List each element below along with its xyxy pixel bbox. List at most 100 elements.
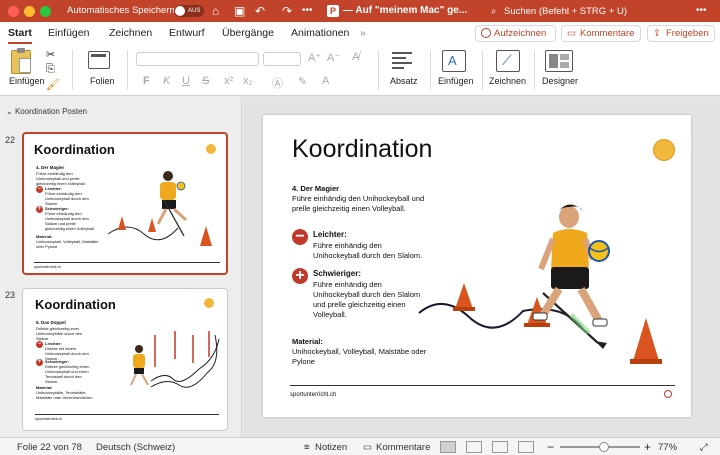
slide-intro-line: Führe einhändig den Unihockeyball und [292, 194, 425, 203]
share-icon: ⇪ [653, 28, 661, 39]
current-slide[interactable]: Koordination 4. Der Magier Führe einhänd… [263, 115, 691, 417]
close-window-button[interactable] [8, 6, 19, 17]
minimize-window-button[interactable] [24, 6, 35, 17]
textbox-icon[interactable]: A [442, 50, 466, 72]
minus-circle-icon: − [36, 341, 43, 348]
easier-line: Führe einhändig den [313, 241, 382, 250]
home-icon[interactable]: ⌂ [212, 4, 219, 18]
slide-sorter-icon[interactable] [466, 441, 482, 453]
ball-icon [653, 139, 675, 161]
shapes-icon[interactable]: ⟋ [496, 50, 520, 72]
italic-button[interactable]: K [163, 75, 170, 87]
reading-view-icon[interactable] [492, 441, 508, 453]
increase-font-icon[interactable]: A⁺ [308, 51, 321, 64]
illustration-magician [107, 171, 212, 246]
thumbnail-material: Unihockeyball, Volleyball, Malstäbe oder… [36, 239, 99, 249]
zoom-in-button[interactable]: + [644, 440, 651, 454]
save-icon[interactable]: ▣ [234, 4, 245, 18]
maximize-window-button[interactable] [40, 6, 51, 17]
search-icon: ⌕ [491, 6, 497, 17]
paragraph-icon[interactable] [392, 52, 412, 69]
zoom-slider[interactable] [560, 442, 640, 452]
designer-icon[interactable] [545, 50, 573, 72]
text-effects-icon[interactable]: Ⓐ [272, 75, 283, 91]
slide-thumbnail-22[interactable]: Koordination 4. Der Magier Führe einhänd… [22, 132, 228, 275]
slide-footer: sportunterricht.ch [290, 392, 337, 398]
tabs-overflow-icon[interactable]: » [360, 27, 366, 39]
slideshow-icon[interactable] [518, 441, 534, 453]
autosave-toggle[interactable]: AUS [174, 5, 204, 17]
section-header[interactable]: ⌄ Koordination Posten [6, 107, 87, 116]
tab-animationen[interactable]: Animationen [291, 27, 349, 39]
plus-circle-icon: + [36, 206, 43, 213]
plus-circle-icon: + [292, 268, 308, 284]
clear-format-icon[interactable]: A̸ [352, 51, 359, 63]
ball-icon [204, 298, 214, 308]
illustration-double [130, 331, 220, 388]
language[interactable]: Deutsch (Schweiz) [96, 442, 175, 453]
font-size-select[interactable] [263, 52, 301, 66]
thumbnail-footer: sportunterricht.ch [34, 265, 62, 269]
zoom-out-button[interactable]: − [547, 440, 554, 454]
tab-start[interactable]: Start [8, 27, 32, 44]
status-comments-button[interactable]: Kommentare [376, 442, 430, 453]
thumbnail-number: 23 [5, 290, 16, 300]
tab-einfuegen[interactable]: Einfügen [48, 27, 89, 39]
more-icon[interactable]: ••• [302, 4, 313, 18]
search-input[interactable]: ⌕ Suchen (Befehl + STRG + U) [488, 4, 638, 19]
subscript-button[interactable]: x₂ [243, 75, 253, 87]
chevron-down-icon: ⌄ [6, 107, 15, 116]
copy-icon[interactable]: ⎘ [46, 63, 55, 76]
slide-count: Folie 22 von 78 [17, 442, 82, 453]
font-color-icon[interactable]: A [322, 75, 329, 87]
underline-button[interactable]: U [182, 75, 190, 87]
comments-button[interactable]: ▭ Kommentare [561, 25, 641, 42]
format-painter-icon[interactable]: 🖌 [46, 78, 60, 91]
harder-line: Unihockeyball durch den Slalom [313, 290, 421, 299]
decrease-font-icon[interactable]: A⁻ [327, 51, 340, 64]
zoom-level[interactable]: 77% [658, 442, 677, 453]
search-placeholder: Suchen (Befehl + STRG + U) [504, 6, 628, 17]
record-button[interactable]: Aufzeichnen [475, 25, 556, 42]
highlight-icon[interactable]: ✎ [298, 75, 307, 88]
thumbnail-number: 22 [5, 135, 16, 145]
undo-icon[interactable]: ↶ [255, 4, 265, 18]
thumbnail-heading: 4. Der Magier [36, 165, 65, 170]
thumbnail-material: Unihockeybälle, Tennisbälle, Malstäbe od… [36, 390, 93, 400]
tab-uebergaenge[interactable]: Übergänge [222, 27, 274, 39]
redo-icon[interactable]: ↷ [282, 4, 292, 18]
easier-title: Leichter: [313, 230, 347, 239]
fit-slide-icon[interactable]: ⤢ [700, 442, 708, 453]
share-button[interactable]: ⇪ Freigeben [647, 25, 715, 42]
document-title: — Auf "meinem Mac" ge... [343, 5, 468, 16]
thumbnail-heading: 5. Das Doppel [36, 320, 66, 325]
clipboard-icon[interactable] [11, 48, 31, 74]
font-family-select[interactable] [136, 52, 259, 66]
new-slide-icon[interactable] [88, 51, 110, 69]
more-icon[interactable]: ••• [696, 4, 707, 18]
superscript-button[interactable]: x² [224, 75, 233, 87]
thumbnail-intro: Dribble gleichzeitig zwei Unihockeybälle… [36, 326, 83, 341]
plus-circle-icon: + [36, 359, 43, 366]
normal-view-icon[interactable] [440, 441, 456, 453]
zoom-slider-handle[interactable] [599, 442, 609, 452]
bold-button[interactable]: F [143, 75, 150, 87]
logo-icon [664, 390, 672, 398]
material-title: Material: [292, 337, 323, 346]
strikethrough-button[interactable]: S [202, 75, 209, 87]
notes-button[interactable]: Notizen [315, 442, 347, 453]
thumbnail-title: Koordination [34, 142, 115, 157]
autosave-state: AUS [188, 8, 201, 14]
slide-title[interactable]: Koordination [292, 135, 432, 164]
slides-label: Folien [90, 76, 115, 86]
tab-zeichnen[interactable]: Zeichnen [109, 27, 152, 39]
tab-entwurf[interactable]: Entwurf [169, 27, 205, 39]
thumbnail-intro: Führe einhändig den Unihockeyball und pr… [36, 171, 86, 186]
notes-icon: ≡ [304, 442, 310, 453]
slide-intro-line: prelle gleichzeitig einen Volleyball. [292, 204, 406, 213]
material-line: Unihockeyball, Volleyball, Malstäbe oder [292, 347, 427, 356]
cut-icon[interactable]: ✂ [46, 48, 55, 61]
record-label: Aufzeichnen [494, 28, 547, 39]
illustration-magician[interactable] [413, 193, 683, 373]
slide-thumbnail-23[interactable]: Koordination 5. Das Doppel Dribble gleic… [22, 288, 228, 431]
